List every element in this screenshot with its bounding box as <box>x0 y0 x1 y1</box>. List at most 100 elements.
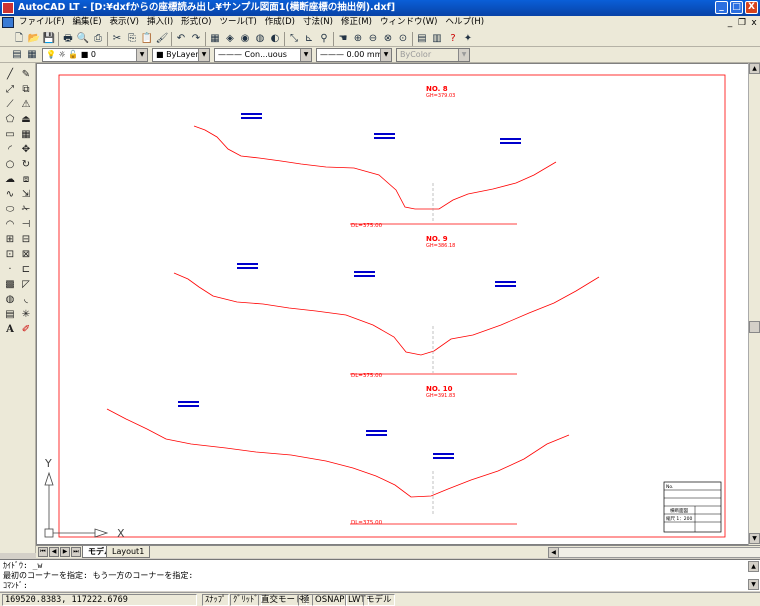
linetype-dropdown[interactable]: ——— Con...uous ▼ <box>214 48 312 62</box>
paste-icon[interactable]: 📋 <box>140 32 154 46</box>
distance-icon[interactable]: ⤡ <box>287 32 301 46</box>
command-window[interactable]: ｶｲﾄﾞｳ: _w 最初のコーナーを指定: もう一方のコーナーを指定: ｺﾏﾝﾄ… <box>0 559 760 591</box>
minimize-button[interactable]: _ <box>715 1 728 14</box>
color-dropdown[interactable]: ■ ByLayer ▼ <box>152 48 210 62</box>
maximize-button[interactable]: □ <box>730 1 743 14</box>
lineweight-dropdown[interactable]: ——— 0.00 mm ▼ <box>316 48 392 62</box>
open-file-icon[interactable]: 📂 <box>27 32 41 46</box>
ellipse-icon[interactable]: ⬭ <box>3 203 17 217</box>
table-icon[interactable]: ▤ <box>3 308 17 322</box>
scroll-up-icon[interactable]: ▲ <box>749 63 760 74</box>
scroll-down-icon[interactable]: ▼ <box>749 533 760 544</box>
last-tab-icon[interactable]: ⏭ <box>71 547 81 557</box>
tool-palette-icon[interactable]: ◉ <box>238 32 252 46</box>
mdi-restore-button[interactable]: ❐ <box>736 18 748 28</box>
drawing-svg[interactable]: NO. 8 GH=379.03 DL=375.00 NO. 9 GH=386.1… <box>37 64 749 545</box>
scale-icon[interactable]: ⧈ <box>19 173 33 187</box>
polar-toggle[interactable]: 極 <box>298 594 313 606</box>
horizontal-scrollbar[interactable]: ◀ ▶ <box>548 547 760 558</box>
cmd-scroll-down-icon[interactable]: ▼ <box>748 579 759 590</box>
move-icon[interactable]: ✥ <box>19 143 33 157</box>
spline-icon[interactable]: ∿ <box>3 188 17 202</box>
region-icon[interactable]: ◍ <box>3 293 17 307</box>
ellipse-arc-icon[interactable]: ◠ <box>3 218 17 232</box>
polyline-icon[interactable]: ⟋ <box>3 98 17 112</box>
sheetset-icon[interactable]: ◍ <box>253 32 267 46</box>
coordinate-display[interactable]: 169520.8383, 117222.6769 <box>2 594 197 606</box>
revcloud-icon[interactable]: ☁ <box>3 173 17 187</box>
whats-new-icon[interactable]: ✦ <box>461 32 475 46</box>
menu-file[interactable]: ファイル(F) <box>16 16 70 29</box>
snap-toggle[interactable]: ｽﾅｯﾌﾟ <box>202 594 230 606</box>
rotate-icon[interactable]: ↻ <box>19 158 33 172</box>
make-block-icon[interactable]: ⊡ <box>3 248 17 262</box>
first-tab-icon[interactable]: ⏮ <box>38 547 48 557</box>
menu-window[interactable]: ウィンドウ(W) <box>377 16 443 29</box>
menu-edit[interactable]: 編集(E) <box>70 16 107 29</box>
drawing-area[interactable]: NO. 8 GH=379.03 DL=375.00 NO. 9 GH=386.1… <box>36 63 749 545</box>
zoom-extents-icon[interactable]: ⊗ <box>381 32 395 46</box>
pan-icon[interactable]: ☚ <box>336 32 350 46</box>
match-properties-icon[interactable]: 🖌 <box>155 32 169 46</box>
menu-tools[interactable]: ツール(T) <box>216 16 261 29</box>
zoom-realtime-icon[interactable]: ⚲ <box>317 32 331 46</box>
extend-icon[interactable]: ⊣ <box>19 218 33 232</box>
scroll-thumb[interactable] <box>749 321 760 333</box>
chamfer-icon[interactable]: ◸ <box>19 278 33 292</box>
menu-insert[interactable]: 挿入(I) <box>144 16 178 29</box>
aerial-view-icon[interactable]: ⊙ <box>396 32 410 46</box>
command-prompt[interactable]: ｺﾏﾝﾄﾞ: <box>3 581 28 591</box>
menu-dimension[interactable]: 寸法(N) <box>300 16 338 29</box>
menu-view[interactable]: 表示(V) <box>107 16 144 29</box>
menu-draw[interactable]: 作成(D) <box>262 16 300 29</box>
help-icon[interactable]: ? <box>446 32 460 46</box>
polygon-icon[interactable]: ⬠ <box>3 113 17 127</box>
tab-layout1[interactable]: Layout1 <box>106 546 151 558</box>
mdi-minimize-button[interactable]: _ <box>724 18 736 28</box>
break-at-point-icon[interactable]: ⊠ <box>19 248 33 262</box>
rectangle-icon[interactable]: ▭ <box>3 128 17 142</box>
trim-icon[interactable]: ✁ <box>19 203 33 217</box>
layer-manager-icon[interactable]: ▤ <box>10 48 24 62</box>
array-icon[interactable]: ▦ <box>19 128 33 142</box>
properties-icon[interactable]: ◈ <box>223 32 237 46</box>
join-icon[interactable]: ⊏ <box>19 263 33 277</box>
model-toggle[interactable]: モデル <box>363 594 395 606</box>
fillet-icon[interactable]: ◟ <box>19 293 33 307</box>
zoom-window-icon[interactable]: ⊕ <box>351 32 365 46</box>
next-tab-icon[interactable]: ▶ <box>60 547 70 557</box>
text-icon[interactable]: A <box>3 323 17 337</box>
grid-toggle[interactable]: ｸﾞﾘｯﾄﾞ <box>230 594 262 606</box>
layer-previous-icon[interactable]: ▦ <box>25 48 39 62</box>
osnap-toggle[interactable]: OSNAP <box>312 594 348 606</box>
menu-modify[interactable]: 修正(M) <box>338 16 377 29</box>
design-center-icon[interactable]: ▦ <box>208 32 222 46</box>
pencil-icon[interactable]: ✐ <box>19 323 33 337</box>
menu-format[interactable]: 形式(O) <box>178 16 216 29</box>
app-icon[interactable] <box>2 2 14 14</box>
arc-icon[interactable]: ◜ <box>3 143 17 157</box>
mirror-icon[interactable]: ⚠ <box>19 98 33 112</box>
line-icon[interactable]: ╱ <box>3 68 17 82</box>
stretch-icon[interactable]: ⇲ <box>19 188 33 202</box>
document-icon[interactable] <box>2 17 14 28</box>
layout-icon[interactable]: ▥ <box>430 32 444 46</box>
area-icon[interactable]: ⊾ <box>302 32 316 46</box>
insert-block-icon[interactable]: ⊞ <box>3 233 17 247</box>
circle-icon[interactable]: ○ <box>3 158 17 172</box>
hatch-icon[interactable]: ▩ <box>3 278 17 292</box>
redo-icon[interactable]: ↷ <box>189 32 203 46</box>
cmd-scroll-up-icon[interactable]: ▲ <box>748 561 759 572</box>
break-icon[interactable]: ⊟ <box>19 233 33 247</box>
xline-icon[interactable]: ⤢ <box>3 83 17 97</box>
print-preview-icon[interactable]: 🔍 <box>76 32 90 46</box>
markup-icon[interactable]: ◐ <box>268 32 282 46</box>
copy-object-icon[interactable]: ⧉ <box>19 83 33 97</box>
cut-icon[interactable]: ✂ <box>110 32 124 46</box>
publish-icon[interactable]: ⎙ <box>91 32 105 46</box>
layer-dropdown[interactable]: 💡 ☼ 🔓 ■ 0 ▼ <box>42 48 148 62</box>
scroll-left-icon[interactable]: ◀ <box>548 547 559 558</box>
close-button[interactable]: X <box>745 1 758 14</box>
offset-icon[interactable]: ⏏ <box>19 113 33 127</box>
point-icon[interactable]: · <box>3 263 17 277</box>
